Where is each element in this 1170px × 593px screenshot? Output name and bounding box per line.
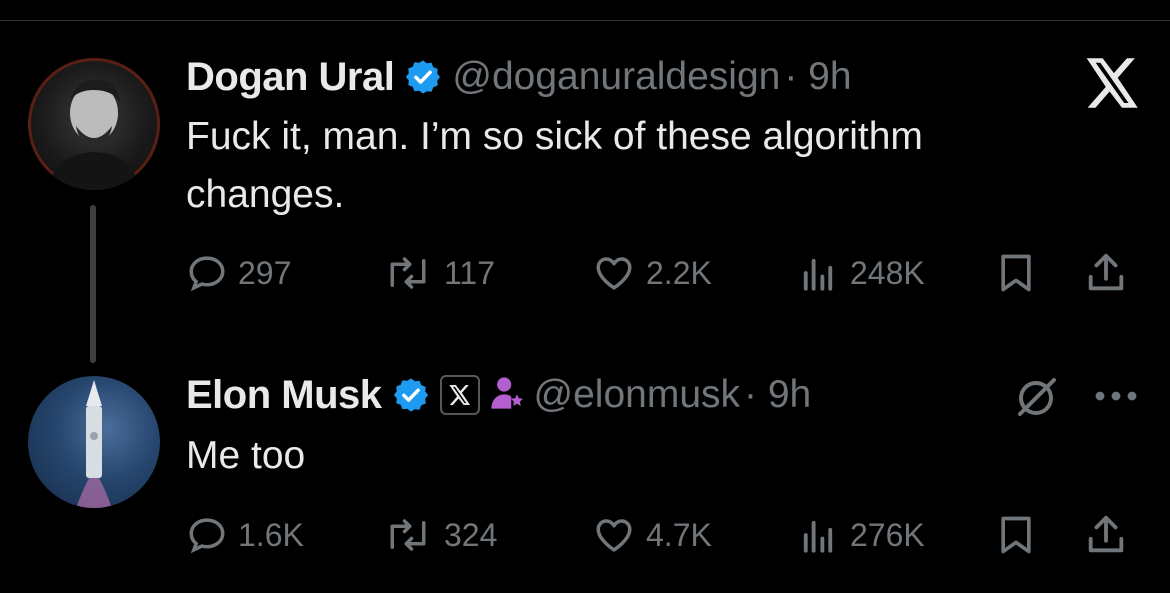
tweet-time[interactable]: · 9h <box>784 55 851 99</box>
views-button[interactable]: 248K <box>796 250 925 296</box>
tweet-time[interactable]: · 9h <box>744 373 811 417</box>
share-icon <box>1082 512 1130 558</box>
like-count: 2.2K <box>646 254 712 291</box>
bookmark-icon <box>994 512 1038 558</box>
avatar-elon-musk[interactable] <box>28 376 160 508</box>
like-count: 4.7K <box>646 516 712 553</box>
reply-count: 1.6K <box>238 516 304 553</box>
reply-button[interactable]: 297 <box>186 250 291 296</box>
author-name[interactable]: Elon Musk <box>186 373 382 418</box>
reply-button[interactable]: 1.6K <box>186 512 304 558</box>
grok-icon[interactable] <box>1012 374 1060 427</box>
repost-count: 324 <box>444 516 498 553</box>
share-button[interactable] <box>1082 512 1130 558</box>
share-icon <box>1082 250 1130 296</box>
views-icon <box>796 252 840 294</box>
like-icon <box>592 252 636 294</box>
repost-icon <box>382 514 434 556</box>
repost-button[interactable]: 117 <box>382 250 495 296</box>
views-count: 276K <box>850 516 925 553</box>
tweet2-actions: 1.6K 324 4.7K 276K <box>186 512 1144 558</box>
tweet1-actions: 297 117 2.2K 248K <box>186 250 1144 296</box>
like-button[interactable]: 2.2K <box>592 250 712 296</box>
like-icon <box>592 514 636 556</box>
author-handle[interactable]: @elonmusk <box>534 373 741 417</box>
tweet-text: Fuck it, man. I’m so sick of these algor… <box>186 115 923 216</box>
bookmark-button[interactable] <box>994 512 1038 558</box>
thread-connector-line <box>90 205 96 363</box>
tweet-text: Me too <box>186 434 306 477</box>
share-button[interactable] <box>1082 250 1130 296</box>
avatar-dogan-ural[interactable] <box>28 58 160 190</box>
verified-icon[interactable] <box>392 376 430 414</box>
reply-icon <box>186 252 228 294</box>
reply-count: 297 <box>238 254 292 291</box>
affiliate-icon[interactable] <box>490 374 524 417</box>
top-divider <box>0 20 1170 21</box>
like-button[interactable]: 4.7K <box>592 512 712 558</box>
x-affiliation-badge-icon[interactable] <box>439 375 480 415</box>
repost-icon <box>382 252 434 294</box>
author-handle[interactable]: @doganuraldesign <box>452 55 780 99</box>
views-button[interactable]: 276K <box>796 512 925 558</box>
repost-count: 117 <box>444 254 496 291</box>
views-count: 248K <box>850 254 925 291</box>
tweet2-header: Elon Musk @elonmusk · 9h <box>186 370 811 420</box>
x-logo-icon[interactable] <box>1086 58 1140 113</box>
reply-icon <box>186 514 228 556</box>
bookmark-button[interactable] <box>994 250 1038 296</box>
more-icon[interactable] <box>1092 388 1140 409</box>
tweet1-header: Dogan Ural @doganuraldesign · 9h <box>186 52 852 102</box>
views-icon <box>796 514 840 556</box>
verified-icon[interactable] <box>404 58 442 96</box>
repost-button[interactable]: 324 <box>382 512 497 558</box>
author-name[interactable]: Dogan Ural <box>186 55 395 100</box>
bookmark-icon <box>994 250 1038 296</box>
